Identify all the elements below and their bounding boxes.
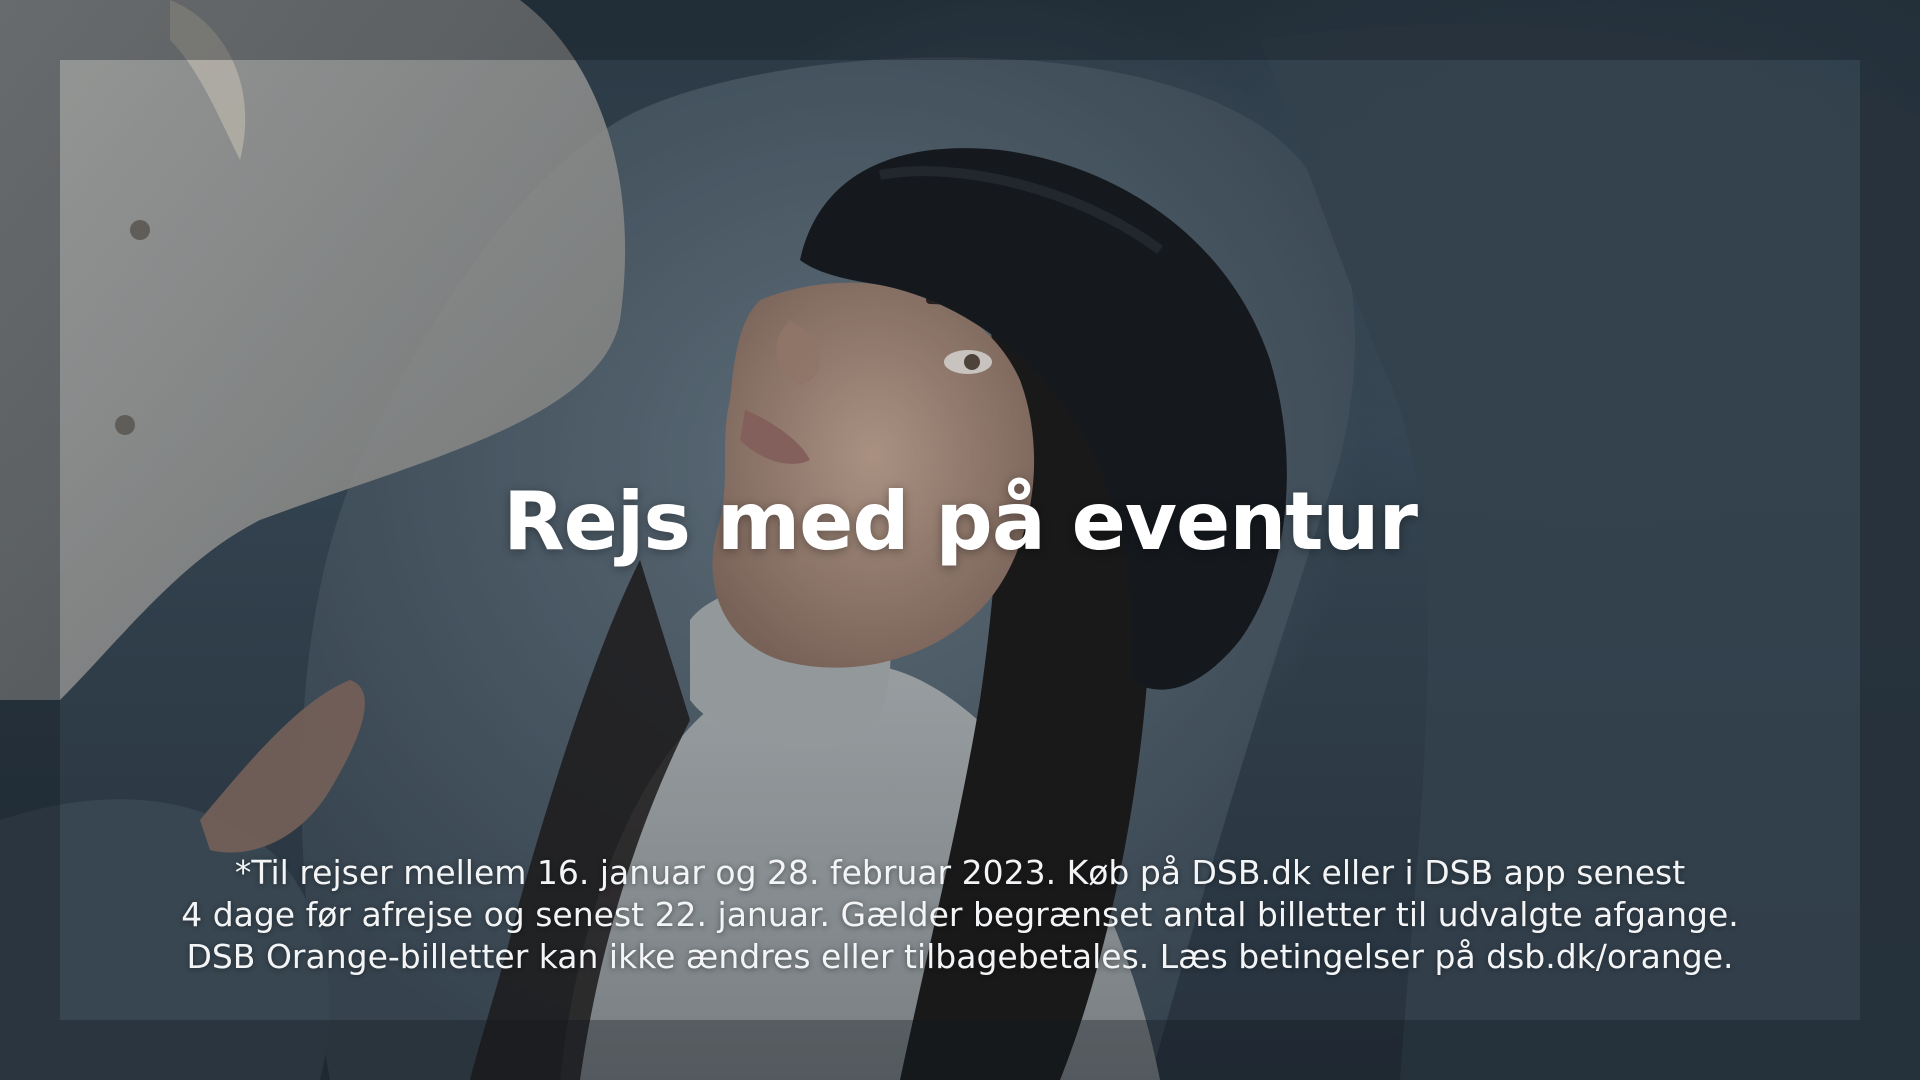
headline: Rejs med på eventur xyxy=(503,475,1418,568)
disclaimer-line: DSB Orange-billetter kan ikke ændres ell… xyxy=(186,937,1734,976)
disclaimer-line: *Til rejser mellem 16. januar og 28. feb… xyxy=(234,853,1686,892)
disclaimer-line: 4 dage før afrejse og senest 22. januar.… xyxy=(181,895,1739,934)
video-frame: Rejs med på eventur *Til rejser mellem 1… xyxy=(0,0,1920,1080)
disclaimer: *Til rejser mellem 16. januar og 28. feb… xyxy=(0,852,1920,978)
